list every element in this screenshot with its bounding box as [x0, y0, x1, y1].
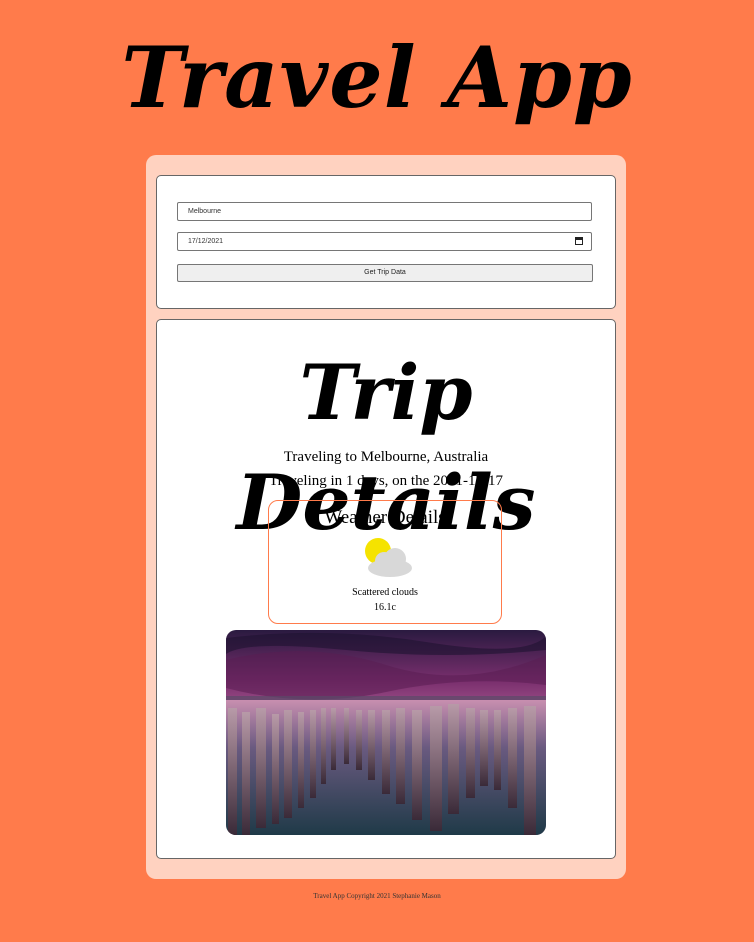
date-input[interactable]: 17/12/2021 [177, 232, 592, 251]
trip-form: Melbourne 17/12/2021 Get Trip Data [156, 175, 616, 309]
trip-details-card: Trip Details Traveling to Melbourne, Aus… [156, 319, 616, 859]
weather-card: Weather Details Scattered clouds 16.1c [268, 500, 502, 624]
app-title: Travel App [121, 28, 633, 127]
weather-title: Weather Details [324, 507, 446, 528]
get-trip-data-button[interactable]: Get Trip Data [177, 264, 593, 282]
main-container: Melbourne 17/12/2021 Get Trip Data Trip … [146, 155, 626, 879]
calendar-icon[interactable] [575, 237, 583, 245]
destination-text: Traveling to Melbourne, Australia [283, 449, 489, 465]
trip-details-title: Trip Details [236, 348, 536, 547]
date-input-value: 17/12/2021 [188, 238, 224, 245]
days-until-trip-text: Traveling in 1 days, on the 2021-12-17 [268, 473, 503, 489]
partly-cloudy-icon [365, 538, 412, 577]
city-input[interactable]: Melbourne [177, 202, 592, 221]
footer-copyright: Travel App Copyright 2021 Stephanie Maso… [313, 892, 441, 900]
city-input-value: Melbourne [188, 208, 222, 215]
destination-photo [226, 630, 546, 835]
weather-description: Scattered clouds [352, 587, 418, 598]
weather-temperature: 16.1c [374, 602, 396, 613]
